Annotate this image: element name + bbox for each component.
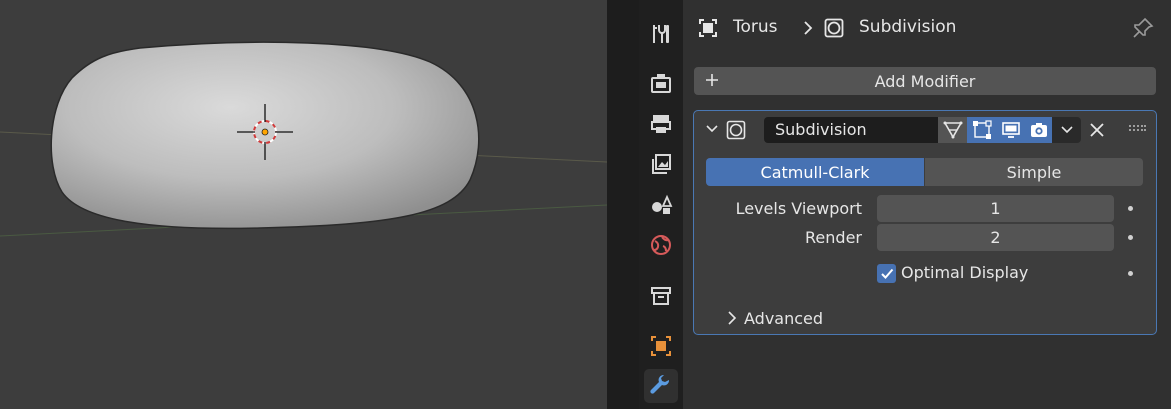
levels-viewport-field[interactable]: 1 bbox=[877, 195, 1114, 222]
subdivision-modifier-panel: Subdivision Catmull-Clark Simple Levels … bbox=[693, 110, 1157, 335]
object-tab[interactable] bbox=[644, 329, 678, 363]
subdivision-modifier-icon bbox=[726, 120, 746, 140]
simple-option[interactable]: Simple bbox=[924, 158, 1143, 186]
collection-icon bbox=[651, 287, 671, 305]
tool-icon bbox=[653, 25, 669, 43]
modifier-extras-dropdown[interactable] bbox=[1052, 117, 1081, 143]
on-cage-icon bbox=[943, 121, 962, 139]
properties-tab-bar bbox=[639, 0, 683, 409]
breadcrumb-modifier-name: Subdivision bbox=[859, 17, 957, 37]
edit-mode-icon bbox=[972, 120, 992, 139]
close-icon[interactable] bbox=[1087, 120, 1107, 140]
tool-tab[interactable] bbox=[644, 17, 678, 51]
chevron-down-icon bbox=[1060, 126, 1073, 134]
drag-handle-icon[interactable] bbox=[1128, 124, 1146, 132]
render-tab[interactable] bbox=[644, 66, 678, 100]
camera-icon bbox=[1030, 123, 1047, 137]
render-toggle[interactable] bbox=[1025, 117, 1052, 143]
collection-tab[interactable] bbox=[644, 279, 678, 313]
chevron-down-icon[interactable] bbox=[705, 122, 719, 136]
render-levels-label: Render bbox=[805, 228, 862, 247]
scene-tab[interactable] bbox=[644, 187, 678, 221]
chevron-right-icon bbox=[804, 21, 813, 35]
world-icon bbox=[651, 235, 671, 255]
render-icon bbox=[651, 74, 671, 93]
keyframe-dot-icon[interactable] bbox=[1128, 206, 1133, 211]
object-icon bbox=[651, 336, 671, 356]
monitor-icon bbox=[1001, 122, 1020, 138]
3d-viewport[interactable] bbox=[0, 0, 607, 409]
realtime-viewport-toggle[interactable] bbox=[996, 117, 1025, 143]
keyframe-dot-icon[interactable] bbox=[1128, 235, 1133, 240]
output-icon bbox=[651, 115, 671, 133]
pin-icon[interactable] bbox=[1132, 17, 1154, 39]
output-tab[interactable] bbox=[644, 107, 678, 141]
scene-icon bbox=[652, 194, 673, 214]
subdivision-modifier-icon bbox=[824, 18, 844, 38]
view-layer-tab[interactable] bbox=[644, 147, 678, 181]
subdivision-mode-selector: Catmull-Clark Simple bbox=[706, 158, 1143, 186]
modifier-tab[interactable] bbox=[644, 369, 678, 403]
wrench-icon bbox=[650, 374, 670, 394]
advanced-subpanel-header[interactable]: Advanced bbox=[744, 309, 823, 328]
keyframe-dot-icon[interactable] bbox=[1128, 271, 1133, 276]
add-modifier-button[interactable]: Add Modifier bbox=[694, 67, 1156, 95]
chevron-right-icon[interactable] bbox=[727, 310, 737, 326]
on-cage-toggle[interactable] bbox=[938, 117, 967, 143]
viewport-canvas[interactable] bbox=[0, 0, 607, 409]
optimal-display-checkbox[interactable] bbox=[877, 264, 896, 283]
breadcrumb: Torus Subdivision bbox=[683, 0, 1171, 56]
optimal-display-label: Optimal Display bbox=[901, 263, 1029, 282]
catmull-clark-option[interactable]: Catmull-Clark bbox=[706, 158, 924, 186]
object-origin-icon bbox=[261, 128, 269, 136]
area-separator bbox=[607, 0, 639, 409]
properties-panel: Torus Subdivision Add Modifier Subdivisi… bbox=[683, 0, 1171, 409]
world-tab[interactable] bbox=[644, 228, 678, 262]
edit-mode-toggle[interactable] bbox=[967, 117, 996, 143]
levels-viewport-label: Levels Viewport bbox=[735, 199, 862, 218]
plus-icon bbox=[706, 74, 718, 86]
checkmark-icon bbox=[880, 268, 893, 279]
modifier-name-field[interactable]: Subdivision bbox=[764, 117, 938, 143]
add-modifier-label: Add Modifier bbox=[874, 71, 976, 91]
view-layer-icon bbox=[652, 154, 671, 174]
object-data-icon bbox=[699, 19, 717, 37]
breadcrumb-object-name: Torus bbox=[733, 17, 778, 37]
render-levels-field[interactable]: 2 bbox=[877, 224, 1114, 251]
